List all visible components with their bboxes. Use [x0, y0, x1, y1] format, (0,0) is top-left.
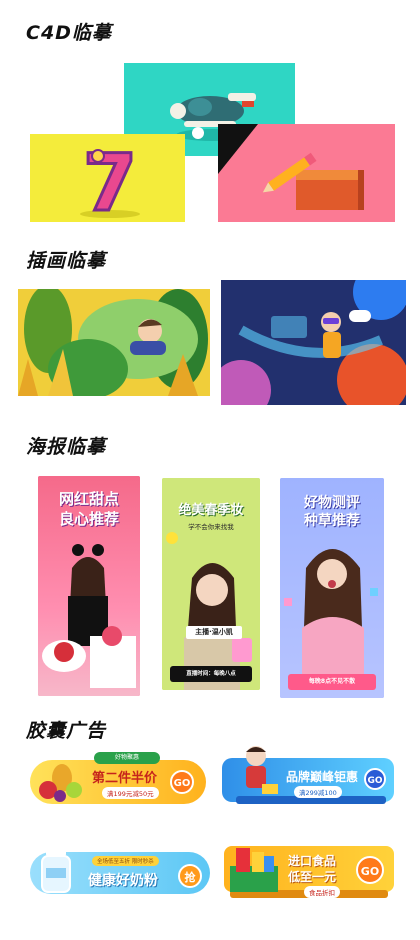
go-button[interactable]: GO — [170, 770, 194, 794]
capsule-subtitle: 满299减100 — [294, 786, 342, 798]
capsule-subtitle: 食品折扣 — [304, 886, 340, 898]
section-title-capsule: 胶囊广告 — [26, 720, 107, 742]
capsule-title: 第二件半价 — [92, 771, 158, 786]
capsule-ad-half-price[interactable]: 好物聚惠 第二件半价 满199元减50元 GO — [30, 752, 206, 804]
poster-dessert-art — [42, 544, 136, 688]
capsule-ad-imported-food[interactable]: 进口食品 低至一元 食品折扣 GO — [224, 838, 394, 900]
grab-button[interactable]: 抢 — [178, 864, 202, 888]
go-button[interactable]: GO — [364, 768, 386, 790]
capsule-title-line1: 进口食品 — [288, 854, 337, 868]
section-title-poster: 海报临摹 — [26, 436, 107, 458]
section-title-c4d: C4D临摹 — [26, 22, 112, 44]
capsule-ad-brand[interactable]: 品牌巅峰钜惠 满299减100 GO — [222, 744, 394, 806]
poster-dessert: 网红甜点 良心推荐 — [38, 476, 140, 696]
jungle-boy-artwork — [18, 289, 210, 396]
capsule-tag: 好物聚惠 — [94, 752, 160, 764]
poster-review: 好物测评 种草推荐 每晚8点不见不散 — [280, 478, 384, 698]
jungle-illustration — [18, 289, 210, 396]
c4d-number-render: 7 — [30, 134, 185, 222]
host-name-tag: 主播·温小凯 — [186, 626, 242, 639]
capsule-subtitle: 满199元减50元 — [102, 787, 159, 799]
capsule-ad-milk[interactable]: 全场低至五折 限时秒杀 健康好奶粉 抢 — [30, 842, 210, 896]
capsule-title: 健康好奶粉 — [88, 873, 158, 889]
fruit-icon — [39, 764, 82, 802]
child-figure-icon — [246, 746, 278, 794]
poster-review-art — [284, 549, 378, 674]
space-vr-artwork — [221, 280, 406, 405]
section-title-illustration: 插画临摹 — [26, 250, 107, 272]
number-seven-glyph: 7 — [83, 139, 137, 222]
space-illustration — [221, 280, 406, 405]
go-button[interactable]: GO — [356, 856, 384, 884]
number-seven-illustration: 7 — [80, 138, 140, 222]
stationery-illustration — [218, 124, 364, 210]
poster-makeup-art — [166, 532, 252, 690]
c4d-stationery-render — [218, 124, 395, 222]
milk-bottle-icon — [41, 848, 71, 893]
live-time-bar: 直播时间：每晚八点 — [170, 666, 252, 682]
schedule-bar: 每晚8点不见不散 — [288, 674, 376, 690]
shopping-basket-icon — [230, 848, 278, 892]
capsule-subtitle: 全场低至五折 限时秒杀 — [92, 856, 159, 866]
capsule-title-line2: 低至一元 — [288, 870, 337, 884]
poster-makeup: 绝美春季妆 学不会你来找我 主播·温小凯 直播时间：每晚八点 — [162, 478, 260, 690]
capsule-title: 品牌巅峰钜惠 — [286, 770, 359, 784]
